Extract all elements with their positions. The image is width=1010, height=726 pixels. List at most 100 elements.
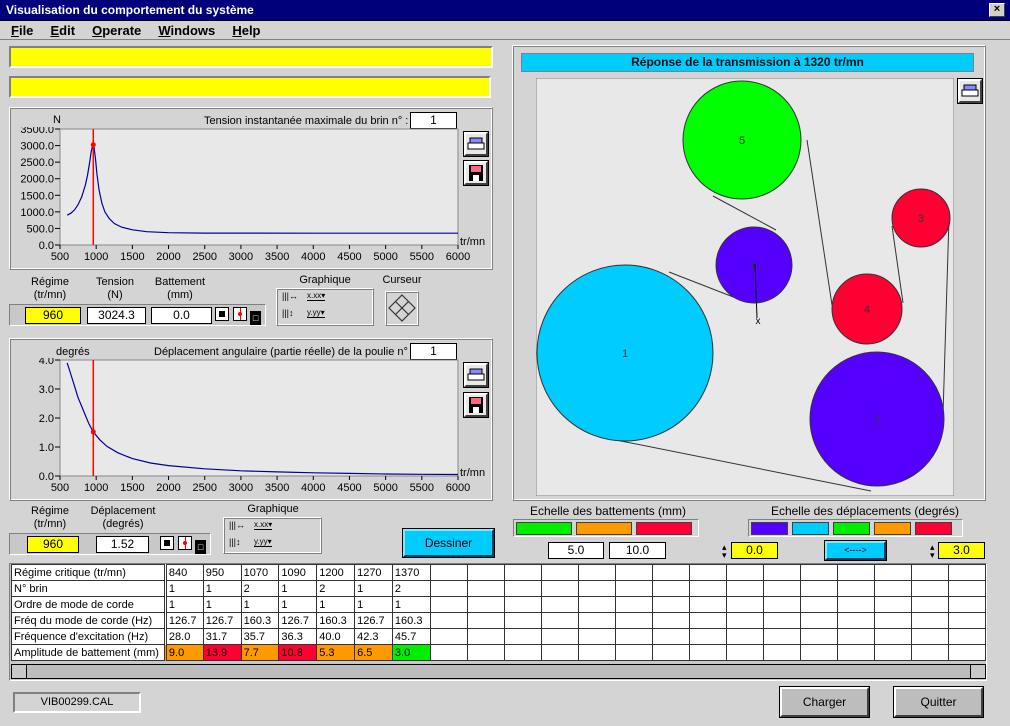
table-cell-empty[interactable] — [540, 628, 579, 645]
table-cell-empty[interactable] — [762, 564, 801, 581]
table-cell[interactable]: 1 — [391, 596, 431, 613]
table-cell[interactable]: 950 — [202, 564, 242, 581]
print-button[interactable] — [463, 131, 489, 157]
scrollbar-thumb-right[interactable] — [970, 665, 985, 678]
table-cell-empty[interactable] — [688, 596, 727, 613]
table-cell-empty[interactable] — [429, 596, 468, 613]
table-cell-empty[interactable] — [762, 644, 801, 661]
table-cell-empty[interactable] — [688, 628, 727, 645]
table-cell-empty[interactable] — [577, 644, 616, 661]
table-cell-empty[interactable] — [540, 580, 579, 597]
table-cell-empty[interactable] — [651, 612, 690, 629]
table-cell-empty[interactable] — [799, 612, 838, 629]
table-cell[interactable]: 2 — [316, 580, 356, 597]
lock-icon[interactable]: □ — [195, 540, 207, 554]
battements-swatch-2[interactable] — [636, 522, 692, 535]
quitter-button[interactable]: Quitter — [893, 686, 984, 718]
cursor-style-icon[interactable] — [215, 307, 229, 321]
table-cell[interactable]: 1 — [202, 580, 242, 597]
table-cell-empty[interactable] — [614, 612, 653, 629]
table-cell[interactable]: 36.3 — [278, 628, 318, 645]
swap-scale-button[interactable]: <----> — [824, 540, 887, 561]
table-cell[interactable]: 1 — [354, 596, 393, 613]
table-cell-empty[interactable] — [799, 644, 838, 661]
table-cell-empty[interactable] — [688, 612, 727, 629]
table-cell[interactable]: 126.7 — [202, 612, 242, 629]
table-cell-empty[interactable] — [651, 628, 690, 645]
table-cell-empty[interactable] — [614, 644, 653, 661]
menu-file[interactable]: File — [11, 21, 33, 40]
table-cell-empty[interactable] — [503, 628, 542, 645]
table-cell-empty[interactable] — [947, 628, 986, 645]
table-cell-empty[interactable] — [873, 612, 912, 629]
cursor-point[interactable] — [90, 429, 96, 435]
table-cell-empty[interactable] — [503, 580, 542, 597]
cursor-move-button[interactable] — [385, 291, 419, 326]
table-cell-empty[interactable] — [466, 612, 505, 629]
table-cell-empty[interactable] — [540, 644, 579, 661]
min-spinner-icon[interactable]: ▴ ▾ — [722, 543, 727, 560]
table-cell-empty[interactable] — [614, 564, 653, 581]
menu-windows[interactable]: Windows — [158, 21, 215, 40]
save-button-2[interactable] — [463, 392, 489, 418]
max-spinner-icon[interactable]: ▴ ▾ — [930, 543, 935, 560]
table-cell[interactable]: 840 — [164, 564, 204, 581]
table-cell-empty[interactable] — [910, 564, 949, 581]
table-cell[interactable]: 42.3 — [354, 628, 393, 645]
table-cell-empty[interactable] — [577, 564, 616, 581]
table-cell-empty[interactable] — [429, 612, 468, 629]
table-cell[interactable]: 45.7 — [391, 628, 431, 645]
deplacements-swatch-3[interactable] — [874, 522, 911, 535]
table-cell-empty[interactable] — [688, 644, 727, 661]
table-cell-empty[interactable] — [762, 580, 801, 597]
deplacements-min-input[interactable]: 0.0 — [731, 542, 778, 559]
table-cell[interactable]: 1 — [354, 580, 393, 597]
table-cell-empty[interactable] — [614, 580, 653, 597]
table-cell-empty[interactable] — [836, 628, 875, 645]
table-cell-empty[interactable] — [873, 628, 912, 645]
table-cell-empty[interactable] — [799, 564, 838, 581]
battements-swatch-0[interactable] — [516, 522, 572, 535]
table-cell[interactable]: 35.7 — [240, 628, 280, 645]
table-cell-empty[interactable] — [651, 564, 690, 581]
x-scale-icon[interactable]: |||↔ — [282, 291, 298, 301]
table-cell[interactable]: 1370 — [391, 564, 431, 581]
battements-swatch-1[interactable] — [576, 522, 632, 535]
table-cell-empty[interactable] — [503, 564, 542, 581]
table-cell-empty[interactable] — [873, 580, 912, 597]
table-cell-empty[interactable] — [466, 596, 505, 613]
table-cell[interactable]: 1270 — [354, 564, 393, 581]
lock-icon[interactable]: □ — [250, 311, 262, 325]
print-button-2[interactable] — [463, 362, 489, 388]
menu-operate[interactable]: Operate — [92, 21, 141, 40]
charger-button[interactable]: Charger — [779, 686, 870, 718]
table-cell-empty[interactable] — [725, 628, 764, 645]
battements-threshold-high[interactable]: 10.0 — [609, 542, 666, 559]
table-cell[interactable]: 126.7 — [354, 612, 393, 629]
table-cell-empty[interactable] — [725, 596, 764, 613]
table-cell-empty[interactable] — [947, 580, 986, 597]
table-cell-empty[interactable] — [577, 612, 616, 629]
table-cell-empty[interactable] — [688, 580, 727, 597]
table-cell-empty[interactable] — [947, 612, 986, 629]
y-scale-icon[interactable]: |||↕ — [282, 308, 294, 318]
table-cell-empty[interactable] — [762, 596, 801, 613]
table-cell-empty[interactable] — [540, 612, 579, 629]
table-cell[interactable]: 1 — [164, 596, 204, 613]
table-cell-empty[interactable] — [836, 644, 875, 661]
print-button-3[interactable] — [957, 78, 983, 104]
table-cell-empty[interactable] — [725, 612, 764, 629]
deplacements-max-input[interactable]: 3.0 — [938, 542, 985, 559]
table-cell[interactable]: 3.0 — [391, 644, 431, 661]
table-cell-empty[interactable] — [873, 564, 912, 581]
table-cell[interactable]: 1090 — [278, 564, 318, 581]
table-cell-empty[interactable] — [614, 628, 653, 645]
table-cell[interactable]: 126.7 — [164, 612, 204, 629]
table-cell-empty[interactable] — [540, 596, 579, 613]
table-cell-empty[interactable] — [429, 580, 468, 597]
table-cell[interactable]: 1 — [240, 596, 280, 613]
table-cell-empty[interactable] — [725, 580, 764, 597]
table-cell-empty[interactable] — [651, 580, 690, 597]
table-cell-empty[interactable] — [577, 596, 616, 613]
table-cell-empty[interactable] — [836, 564, 875, 581]
